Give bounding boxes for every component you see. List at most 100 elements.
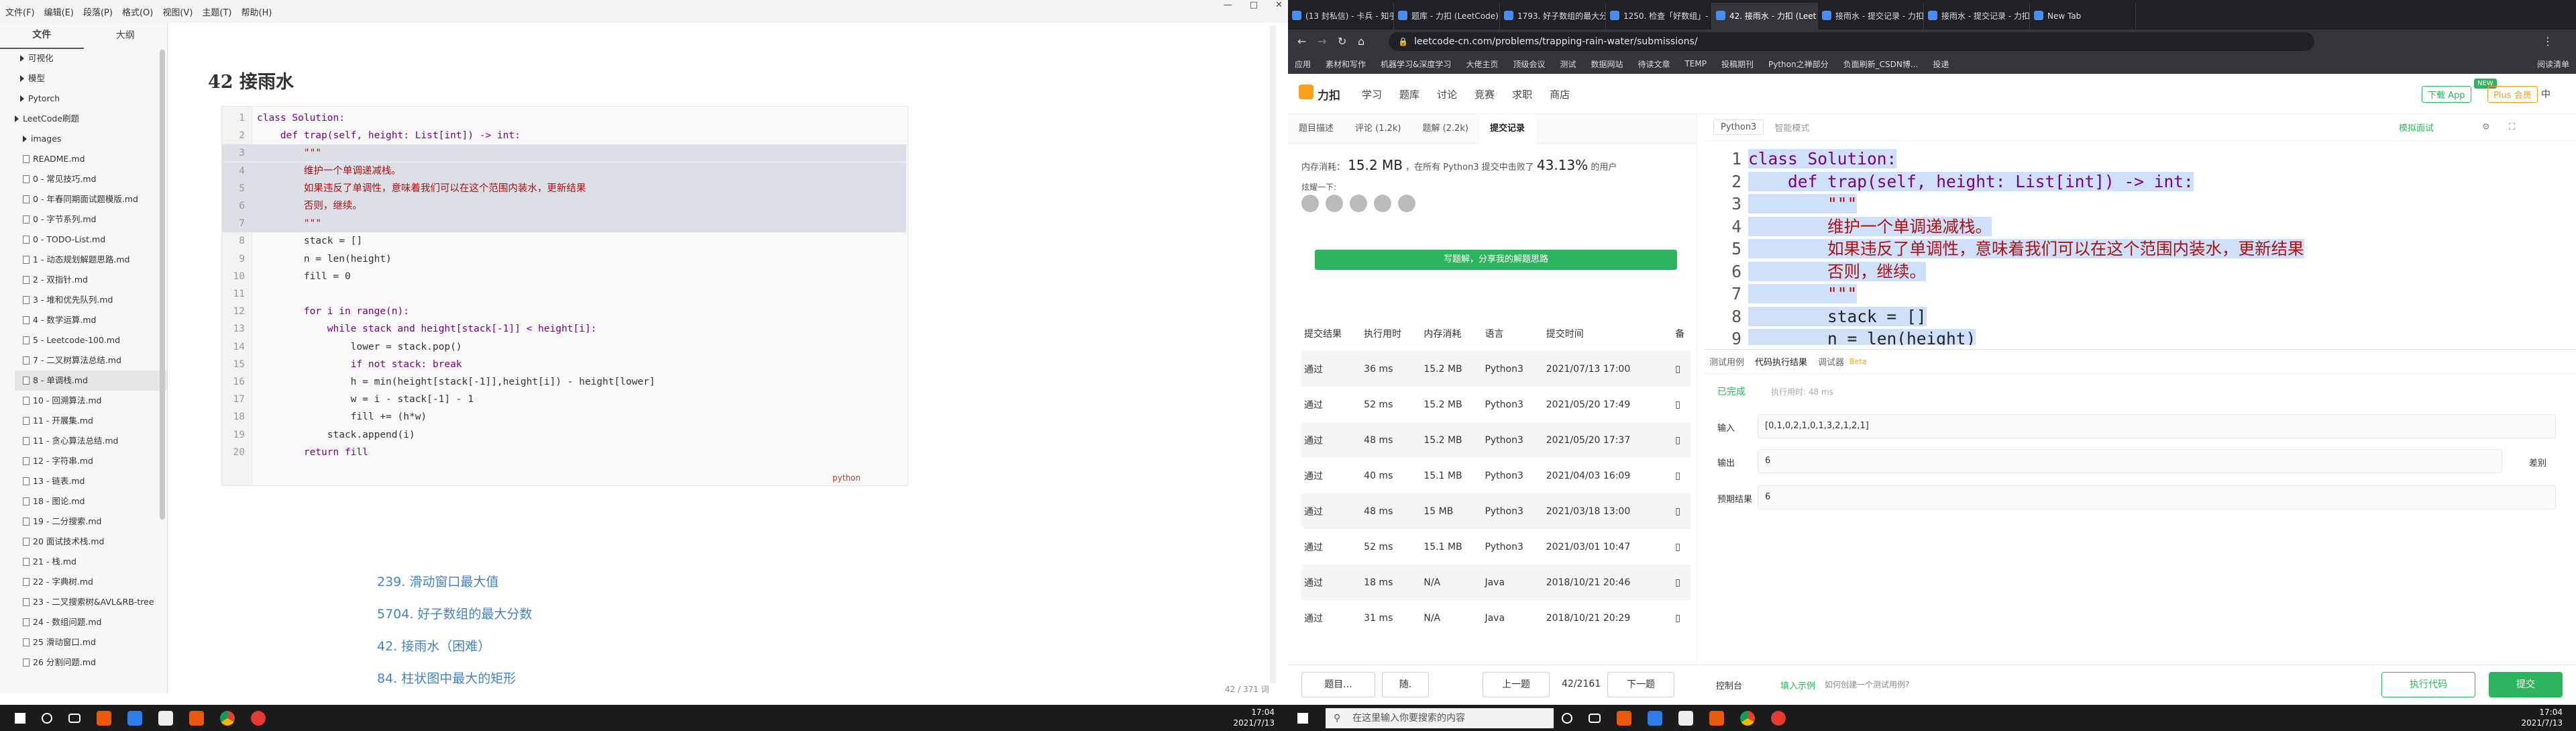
menu-item[interactable]: 编辑(E) bbox=[44, 5, 74, 18]
bookmark-item[interactable]: 投递 bbox=[1933, 58, 1949, 70]
notes-icon[interactable]: ▯ bbox=[1672, 493, 1690, 529]
bookmark-item[interactable]: 应用 bbox=[1295, 58, 1311, 70]
notes-icon[interactable]: ▯ bbox=[1672, 600, 1690, 636]
vscode-icon[interactable] bbox=[127, 710, 142, 726]
leetcode-logo-icon[interactable] bbox=[1299, 85, 1313, 99]
bookmark-item[interactable]: 数据网站 bbox=[1591, 58, 1623, 70]
clock-right[interactable]: 17:04 2021/7/13 bbox=[2521, 707, 2563, 728]
prev-problem-button[interactable]: 上一题 bbox=[1483, 672, 1550, 697]
folder-item[interactable]: 可视化 bbox=[15, 48, 167, 68]
netease-music-icon[interactable] bbox=[1771, 710, 1786, 726]
fill-example-link[interactable]: 填入示例 bbox=[1780, 679, 1815, 691]
file-item[interactable]: 24 - 数组问题.md bbox=[15, 612, 167, 632]
maximize-icon[interactable]: □ bbox=[1250, 0, 1258, 11]
file-item[interactable]: 22 - 字典树.md bbox=[15, 572, 167, 592]
file-item[interactable]: 19 - 二分搜索.md bbox=[15, 511, 167, 532]
browser-tab[interactable]: 题库 - 力扣 (LeetCode) 全球 bbox=[1394, 3, 1500, 30]
minimize-icon[interactable]: — bbox=[1224, 0, 1232, 11]
next-problem-button[interactable]: 下一题 bbox=[1607, 672, 1674, 697]
file-item[interactable]: 25 滑动窗口.md bbox=[15, 632, 167, 652]
url-field[interactable]: leetcode-cn.com/problems/trapping-rain-w… bbox=[1389, 32, 2314, 51]
editor-scrollbar[interactable] bbox=[1270, 26, 1276, 683]
file-item[interactable]: 1 - 动态规划解题思路.md bbox=[15, 250, 167, 270]
file-item[interactable]: 10 - 回溯算法.md bbox=[15, 391, 167, 411]
link-239[interactable]: 239. 滑动窗口最大值 bbox=[377, 572, 498, 590]
notes-icon[interactable]: ▯ bbox=[1672, 422, 1690, 458]
file-item[interactable]: 2 - 双指针.md bbox=[15, 270, 167, 290]
home-icon[interactable]: ⌂ bbox=[1358, 35, 1364, 48]
word-count[interactable]: 42 / 371 词 bbox=[1225, 683, 1269, 695]
nav-item[interactable]: 求职 bbox=[1512, 87, 1532, 101]
menu-item[interactable]: 帮助(H) bbox=[241, 5, 272, 18]
nav-item[interactable]: 题库 bbox=[1399, 87, 1419, 101]
table-row[interactable]: 通过 48 ms 15 MB Python3 2021/03/18 13:00 ▯ bbox=[1301, 493, 1690, 529]
task-view-icon[interactable] bbox=[68, 713, 80, 723]
forward-icon[interactable]: → bbox=[1318, 35, 1326, 48]
typora-icon[interactable] bbox=[158, 710, 173, 726]
nav-item[interactable]: 讨论 bbox=[1437, 87, 1457, 101]
folder-item[interactable]: 模型 bbox=[15, 68, 167, 89]
clock-left[interactable]: 17:04 2021/7/13 bbox=[1233, 707, 1275, 728]
file-item[interactable]: 11 - 贪心算法总结.md bbox=[15, 431, 167, 451]
browser-tab[interactable]: 接雨水 - 提交记录 - 力扣 bbox=[1818, 3, 1924, 30]
windows-start-icon[interactable] bbox=[15, 712, 25, 724]
nav-item[interactable]: 学习 bbox=[1362, 87, 1382, 101]
console-tab[interactable]: 测试用例 bbox=[1704, 355, 1750, 368]
console-tab[interactable]: 代码执行结果 bbox=[1750, 355, 1813, 368]
chrome-icon[interactable] bbox=[1740, 710, 1755, 726]
file-item[interactable]: 0 - 常见技巧.md bbox=[15, 169, 167, 189]
windows-start-icon[interactable] bbox=[1297, 712, 1308, 724]
browser-tab[interactable]: 1793. 好子数组的最大分数 bbox=[1500, 3, 1606, 30]
output-value[interactable]: 6 bbox=[1758, 449, 2502, 473]
file-item[interactable]: 4 - 数学运算.md bbox=[15, 310, 167, 330]
submit-button[interactable]: 提交 bbox=[2489, 672, 2563, 697]
cortana-icon[interactable] bbox=[1562, 712, 1572, 724]
file-item[interactable]: README.md bbox=[15, 149, 167, 169]
browser-tab[interactable]: 接雨水 - 提交记录 - 力扣 bbox=[1924, 3, 2030, 30]
download-app-button[interactable]: 下载 App bbox=[2422, 86, 2471, 103]
typora-icon[interactable] bbox=[1678, 710, 1693, 726]
settings-icon[interactable]: ⚙ bbox=[2482, 122, 2490, 132]
console-tab[interactable]: 调试器 bbox=[1813, 355, 1849, 368]
language-select[interactable]: Python3 bbox=[1713, 119, 1764, 135]
file-item[interactable]: 26 分割问题.md bbox=[15, 652, 167, 673]
menu-item[interactable]: 视图(V) bbox=[162, 5, 193, 18]
browser-tab[interactable]: New Tab bbox=[2030, 3, 2136, 30]
bookmark-item[interactable]: TEMP bbox=[1684, 59, 1707, 68]
bookmark-item[interactable]: 负面刷新_CSDN博... bbox=[1843, 58, 1919, 70]
random-button[interactable]: 随. bbox=[1382, 672, 1429, 697]
result-link[interactable]: 通过 bbox=[1301, 529, 1361, 565]
code-block[interactable]: 1 class Solution: 2 def trap(self, height:… bbox=[221, 106, 908, 486]
mock-interview-button[interactable]: 模拟面试 bbox=[2399, 121, 2434, 134]
folder-item[interactable]: LeetCode刷题 bbox=[15, 109, 167, 129]
result-link[interactable]: 通过 bbox=[1301, 565, 1362, 600]
notes-icon[interactable]: ▯ bbox=[1672, 387, 1690, 422]
reading-list-button[interactable]: 阅读清单 bbox=[2537, 58, 2569, 70]
table-row[interactable]: 通过 18 ms N/A Java 2018/10/21 20:46 ▯ bbox=[1301, 565, 1690, 600]
sidebar-scrollbar[interactable] bbox=[160, 50, 165, 520]
result-link[interactable]: 通过 bbox=[1301, 493, 1362, 529]
result-link[interactable]: 通过 bbox=[1301, 422, 1362, 458]
nav-item[interactable]: 商店 bbox=[1550, 87, 1570, 101]
file-item[interactable]: 7 - 二叉树算法总结.md bbox=[15, 350, 167, 371]
netease-music-icon[interactable] bbox=[251, 710, 266, 726]
howto-link[interactable]: 如何创建一个测试用例? bbox=[1825, 679, 1909, 690]
link-5704[interactable]: 5704. 好子数组的最大分数 bbox=[377, 604, 532, 622]
result-link[interactable]: 通过 bbox=[1301, 387, 1361, 422]
menu-item[interactable]: 格式(O) bbox=[122, 5, 153, 18]
vscode-icon[interactable] bbox=[1648, 710, 1662, 726]
problem-tab[interactable]: 提交记录 bbox=[1479, 113, 1536, 144]
file-item[interactable]: 13 - 链表.md bbox=[15, 471, 167, 491]
search-icon[interactable] bbox=[42, 712, 52, 724]
file-item[interactable]: 0 - 年春同期面试题模版.md bbox=[15, 189, 167, 209]
run-code-button[interactable]: 执行代码 bbox=[2381, 672, 2475, 697]
close-icon[interactable]: ✕ bbox=[1275, 0, 1283, 11]
problem-list-button[interactable]: 题目... bbox=[1301, 672, 1375, 697]
app-orange-icon[interactable] bbox=[97, 710, 111, 726]
smart-mode-toggle[interactable]: 智能模式 bbox=[1774, 121, 1809, 134]
leetcode-logo-text[interactable]: 力扣 bbox=[1318, 86, 1340, 103]
table-row[interactable]: 通过 36 ms 15.2 MB Python3 2021/07/13 17:00 ▯ bbox=[1301, 351, 1690, 387]
table-row[interactable]: 通过 40 ms 15.1 MB Python3 2021/04/03 16:09 ▯ bbox=[1301, 458, 1690, 493]
file-item[interactable]: 0 - TODO-List.md bbox=[15, 230, 167, 250]
bookmark-item[interactable]: 测试 bbox=[1560, 58, 1576, 70]
